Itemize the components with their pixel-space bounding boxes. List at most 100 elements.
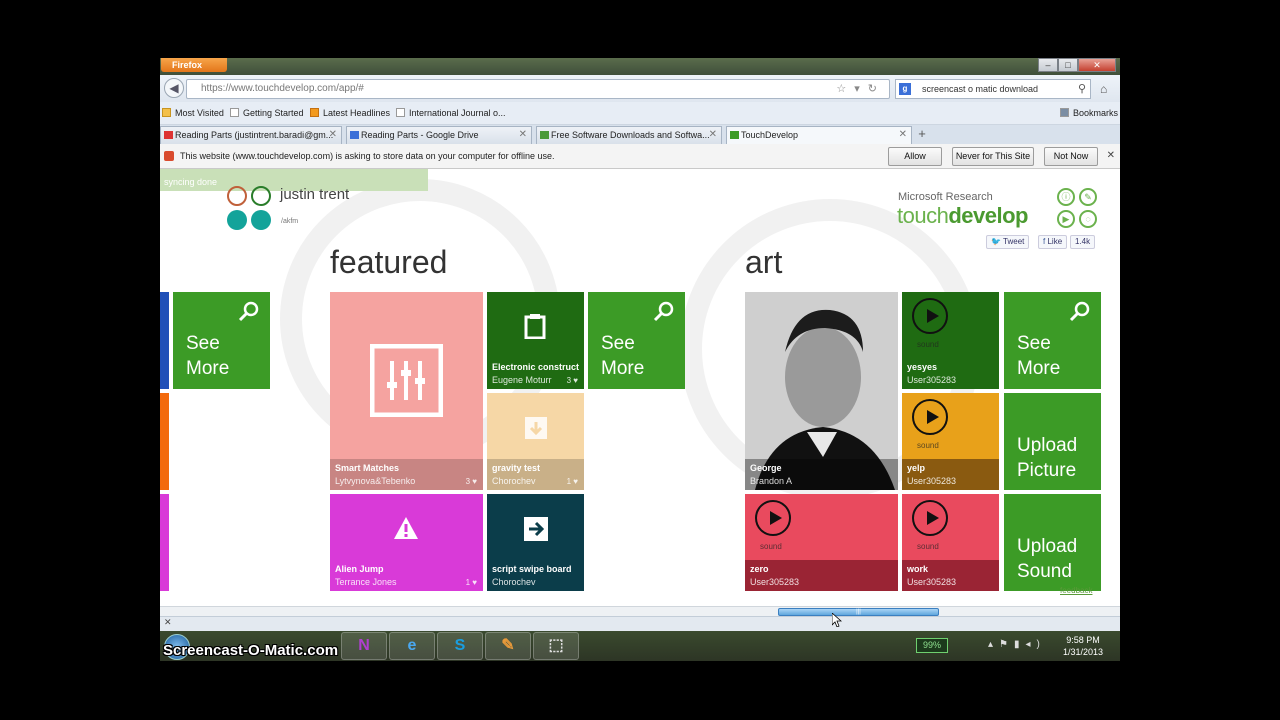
tweet-button[interactable]: 🐦 Tweet bbox=[986, 235, 1030, 249]
tab-free-software[interactable]: Free Software Downloads and Softwa... ✕ bbox=[536, 126, 722, 144]
maximize-icon[interactable]: □ bbox=[1058, 58, 1078, 72]
app-icon[interactable]: ✎ bbox=[485, 632, 531, 660]
bookmark-most-visited[interactable]: Most Visited bbox=[162, 108, 224, 118]
url-bar[interactable]: https://www.touchdevelop.com/app/# ☆▾↻ bbox=[186, 79, 890, 99]
play-icon[interactable] bbox=[912, 298, 948, 334]
power-icon: ◌ bbox=[1079, 210, 1097, 228]
see-more-tile[interactable]: See More bbox=[588, 292, 685, 389]
tile-kind: sound bbox=[917, 441, 939, 450]
tab-close-icon[interactable]: ✕ bbox=[519, 127, 527, 143]
never-for-this-site-button[interactable]: Never for This Site bbox=[952, 147, 1034, 166]
bookmark-getting-started[interactable]: Getting Started bbox=[230, 108, 304, 118]
sound-tile-yelp[interactable]: sound yelp User305283 bbox=[902, 393, 999, 490]
upload-sound-label: Upload Sound bbox=[1017, 536, 1078, 582]
script-tile-electronic[interactable]: Electronic construct Eugene Moturr 3 ♥ bbox=[487, 292, 584, 389]
url-text: https://www.touchdevelop.com/app/# bbox=[201, 83, 364, 94]
tab-close-icon[interactable]: ✕ bbox=[709, 127, 717, 143]
back-button[interactable]: ◀ bbox=[164, 78, 184, 98]
script-tile-smart-matches[interactable]: Smart Matches Lytvynova&Tebenko 3 ♥ bbox=[330, 292, 483, 490]
facebook-like-button[interactable]: f Like bbox=[1038, 235, 1068, 249]
firefox-menu-button[interactable]: Firefox bbox=[161, 58, 227, 72]
tab-touchdevelop[interactable]: TouchDevelop ✕ bbox=[726, 126, 912, 144]
search-input[interactable]: g screencast o matic download ⚲ bbox=[895, 79, 1091, 99]
sound-tile-yesyes[interactable]: sound yesyes User305283 bbox=[902, 292, 999, 389]
battery-indicator[interactable]: 99% bbox=[916, 638, 948, 653]
tile-title: gravity test bbox=[492, 463, 541, 473]
feedback-link[interactable]: feedback bbox=[1060, 586, 1092, 595]
arrow-right-icon bbox=[524, 517, 548, 541]
tab-google-drive[interactable]: Reading Parts - Google Drive ✕ bbox=[346, 126, 532, 144]
horizontal-scrollbar[interactable]: ||| bbox=[160, 606, 1120, 616]
tile-hearts: 1 ♥ bbox=[566, 477, 578, 486]
touchdevelop-icon bbox=[730, 131, 739, 139]
tab-strip: Reading Parts (justintrent.baradi@gm... … bbox=[160, 125, 1120, 144]
download-box-icon bbox=[525, 417, 547, 439]
featured-heading: featured bbox=[330, 244, 448, 280]
user-name[interactable]: justin trent bbox=[280, 186, 349, 203]
tile-title: Alien Jump bbox=[335, 564, 384, 574]
script-tile-swipe-board[interactable]: script swipe board Chorochev bbox=[487, 494, 584, 591]
system-tray-icons[interactable]: ▴⚑▮◂) bbox=[988, 639, 1046, 650]
screencast-watermark: Screencast-O-Matic.com bbox=[163, 642, 339, 659]
snipping-tool-icon[interactable]: ⬚ bbox=[533, 632, 579, 660]
close-icon[interactable]: ✕ bbox=[164, 617, 172, 627]
warning-icon bbox=[394, 517, 418, 539]
play-icon[interactable] bbox=[912, 500, 948, 536]
play-icon[interactable] bbox=[912, 399, 948, 435]
tile-title: yesyes bbox=[907, 362, 938, 372]
see-more-label: See More bbox=[1017, 333, 1061, 379]
see-more-tile[interactable]: See More bbox=[1004, 292, 1101, 389]
avatar-dot bbox=[251, 186, 271, 206]
sound-tile-zero[interactable]: sound zero User305283 bbox=[745, 494, 898, 591]
bookmark-star-icon[interactable]: ☆▾↻ bbox=[836, 80, 885, 98]
art-heading: art bbox=[745, 244, 783, 280]
avatar[interactable] bbox=[227, 186, 273, 232]
tab-close-icon[interactable]: ✕ bbox=[899, 127, 907, 143]
art-tile-george[interactable]: George Brandon A bbox=[745, 292, 898, 490]
minimize-icon[interactable]: – bbox=[1038, 58, 1058, 72]
tile-title: George bbox=[750, 463, 782, 473]
page-icon bbox=[230, 108, 239, 117]
upload-sound-tile[interactable]: Upload Sound bbox=[1004, 494, 1101, 591]
close-icon[interactable]: ✕ bbox=[1107, 150, 1115, 161]
tile-title: Smart Matches bbox=[335, 463, 400, 473]
brand-subtitle: Microsoft Research bbox=[898, 191, 993, 203]
bookmarks-menu[interactable]: Bookmarks bbox=[1060, 108, 1118, 118]
partial-tile[interactable] bbox=[160, 393, 169, 490]
new-tab-button[interactable]: + bbox=[912, 126, 932, 144]
google-icon[interactable]: g bbox=[899, 83, 911, 95]
scrollbar-thumb[interactable]: ||| bbox=[778, 608, 939, 616]
internet-explorer-icon[interactable]: e bbox=[389, 632, 435, 660]
script-tile-alien-jump[interactable]: Alien Jump Terrance Jones 1 ♥ bbox=[330, 494, 483, 591]
tab-gmail[interactable]: Reading Parts (justintrent.baradi@gm... … bbox=[160, 126, 342, 144]
tile-author: Brandon A bbox=[750, 476, 793, 486]
see-more-label: See More bbox=[601, 333, 645, 379]
tile-kind: sound bbox=[760, 542, 782, 551]
upload-picture-tile[interactable]: Upload Picture bbox=[1004, 393, 1101, 490]
tile-hearts: 1 ♥ bbox=[465, 578, 477, 587]
partial-tile[interactable] bbox=[160, 494, 169, 591]
bookmarks-toolbar: Most Visited Getting Started Latest Head… bbox=[160, 102, 1120, 125]
bookmark-latest-headlines[interactable]: Latest Headlines bbox=[310, 108, 390, 118]
tile-author: User305283 bbox=[907, 375, 957, 385]
script-tile-gravity-test[interactable]: gravity test Chorochev 1 ♥ bbox=[487, 393, 584, 490]
allow-button[interactable]: Allow bbox=[888, 147, 942, 166]
bookmark-international-journal[interactable]: International Journal o... bbox=[396, 108, 506, 118]
onenote-icon[interactable]: N bbox=[341, 632, 387, 660]
skype-icon[interactable]: S bbox=[437, 632, 483, 660]
tile-title: yelp bbox=[907, 463, 926, 473]
play-icon[interactable] bbox=[755, 500, 791, 536]
upload-picture-label: Upload Picture bbox=[1017, 435, 1078, 481]
search-icon[interactable]: ⚲ bbox=[1078, 80, 1086, 98]
home-icon[interactable]: ⌂ bbox=[1100, 82, 1107, 96]
not-now-button[interactable]: Not Now bbox=[1044, 147, 1098, 166]
close-icon[interactable]: ✕ bbox=[1078, 58, 1116, 72]
tab-close-icon[interactable]: ✕ bbox=[329, 127, 337, 143]
system-clock[interactable]: 9:58 PM 1/31/2013 bbox=[1063, 634, 1103, 658]
partial-tile[interactable] bbox=[160, 292, 169, 389]
tile-author: User305283 bbox=[907, 476, 957, 486]
see-more-tile[interactable]: See More bbox=[173, 292, 270, 389]
equalizer-icon bbox=[370, 344, 443, 417]
sound-tile-work[interactable]: sound work User305283 bbox=[902, 494, 999, 591]
download-icon bbox=[540, 131, 549, 139]
